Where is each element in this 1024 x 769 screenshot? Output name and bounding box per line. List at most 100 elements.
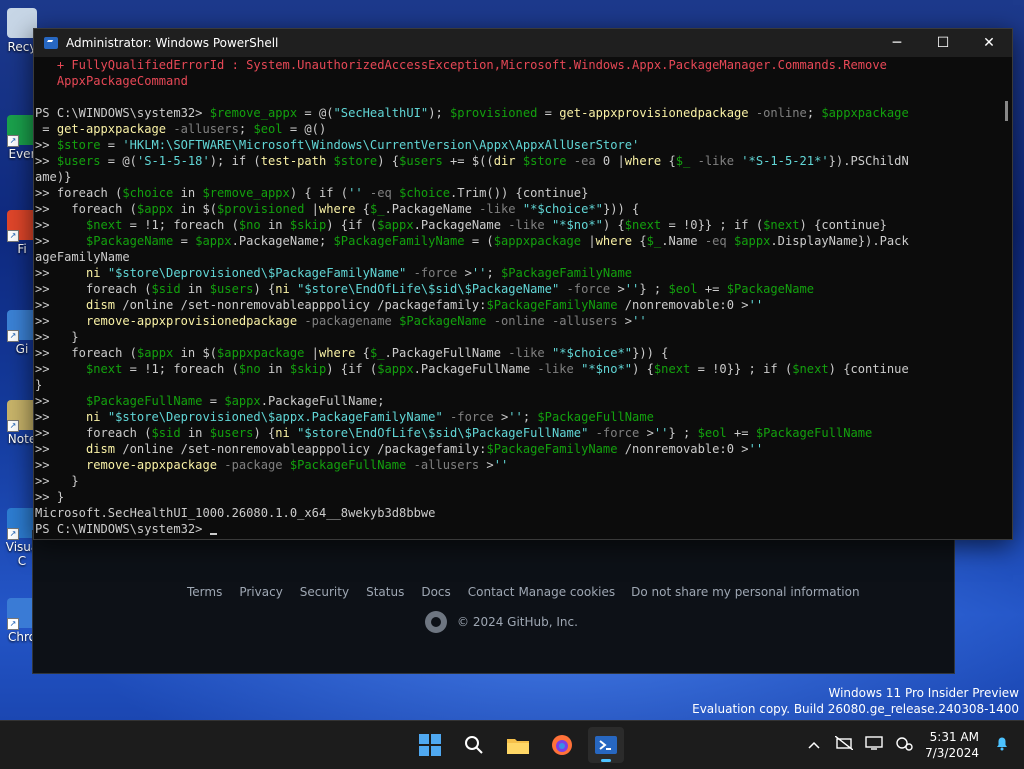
search-button[interactable] <box>456 727 492 763</box>
footer-link[interactable]: Do not share my personal information <box>631 585 859 599</box>
console-text: Microsoft.SecHealthUI_1000.26080.1.0_x64… <box>35 506 436 520</box>
console-text: > <box>479 458 494 472</box>
shortcut-arrow-icon: ↗ <box>7 618 19 630</box>
console-text: > <box>610 282 625 296</box>
powershell-taskbar-button[interactable] <box>588 727 624 763</box>
console-text: .PackageName <box>413 218 509 232</box>
console-text: PS C:\WINDOWS\system32> <box>35 522 210 536</box>
settings-icon[interactable] <box>892 735 916 755</box>
console-text: >> <box>35 154 57 168</box>
footer-link[interactable]: Contact <box>468 585 515 599</box>
console-text: { <box>355 346 370 360</box>
console-text: ) {if ( <box>326 362 378 376</box>
console-text: in $( <box>173 346 218 360</box>
footer-link[interactable]: Manage cookies <box>518 585 615 599</box>
console-text: >> <box>35 234 86 248</box>
console-text: /online /set-nonremovableapppolicy /pack… <box>115 442 487 456</box>
console-line: >> remove-appxprovisionedpackage -packag… <box>35 313 1001 329</box>
console-text: $choice <box>399 186 451 200</box>
console-text: .PackageName <box>384 202 480 216</box>
console-line: >> $next = !1; foreach ($no in $skip) {i… <box>35 361 1001 377</box>
browser-window[interactable] <box>32 530 955 674</box>
console-text: $users <box>399 154 443 168</box>
console-text: $eol <box>668 282 698 296</box>
console-text: -allusers <box>406 458 480 472</box>
console-text: "$store\Deprovisioned\$PackageFamilyName… <box>107 266 407 280</box>
console-text: "$store\EndOfLife\$sid\$PackageFullName" <box>297 426 589 440</box>
minimize-button[interactable]: ─ <box>874 29 920 57</box>
text-cursor <box>209 533 217 535</box>
title-bar[interactable]: Administrator: Windows PowerShell ─ ☐ ✕ <box>34 29 1012 57</box>
console-text: $skip <box>289 362 327 376</box>
footer-link[interactable]: Privacy <box>239 585 282 599</box>
console-text: ame)} <box>35 170 72 184</box>
console-text: $PackageFullName <box>289 458 407 472</box>
console-text: >> <box>35 314 86 328</box>
console-line: >> foreach ($choice in $remove_appx) { i… <box>35 185 1001 201</box>
console-line: >> remove-appxpackage -package $PackageF… <box>35 457 1001 473</box>
firefox-button[interactable] <box>544 727 580 763</box>
start-button[interactable] <box>412 727 448 763</box>
console-text: $PackageName <box>85 234 174 248</box>
maximize-button[interactable]: ☐ <box>920 29 966 57</box>
console-text: '' <box>348 186 363 200</box>
console-text: | <box>304 346 319 360</box>
watermark-line-1: Windows 11 Pro Insider Preview <box>828 686 1019 700</box>
console-text: ni <box>85 266 101 280</box>
console-text: '' <box>748 298 764 312</box>
console-text: = @( <box>297 106 334 120</box>
console-text: } <box>35 378 43 392</box>
console-text: .PackageFullName <box>384 346 509 360</box>
console-text: $remove_appx <box>202 186 290 200</box>
clock[interactable]: 5:31 AM 7/3/2024 <box>925 729 979 761</box>
console-text: .PackageFullName; <box>260 394 385 408</box>
console-text: = !1; foreach ( <box>122 218 239 232</box>
github-logo-icon[interactable] <box>425 611 447 633</box>
console-line: >> ni "$store\Deprovisioned\$appx.Packag… <box>35 409 1001 425</box>
console-text: 'HKLM:\SOFTWARE\Microsoft\Windows\Curren… <box>122 138 640 152</box>
console-text: = @( <box>100 154 137 168</box>
console-text: remove-appxprovisionedpackage <box>85 314 298 328</box>
console-text: AppxPackageCommand <box>35 74 188 88</box>
powershell-window[interactable]: Administrator: Windows PowerShell ─ ☐ ✕ … <box>33 28 1013 540</box>
close-button[interactable]: ✕ <box>966 29 1012 57</box>
console-text: $PackageName <box>726 282 815 296</box>
console-text: { <box>632 234 647 248</box>
console-text: $skip <box>289 218 327 232</box>
console-text: $appx <box>195 234 232 248</box>
console-text: $PackageFullName <box>85 394 203 408</box>
console-line: >> } <box>35 473 1001 489</box>
console-text: .DisplayName}).Pack <box>770 234 909 248</box>
console-text: $next <box>85 362 123 376</box>
file-explorer-button[interactable] <box>500 727 536 763</box>
notification-bell-icon[interactable] <box>990 735 1014 755</box>
console-output[interactable]: + FullyQualifiedErrorId : System.Unautho… <box>34 57 1001 537</box>
console-text: + FullyQualifiedErrorId : System.Unautho… <box>35 58 887 72</box>
console-text: "*$choice*" <box>551 346 633 360</box>
console-text: $next <box>763 218 800 232</box>
footer-link[interactable]: Security <box>300 585 349 599</box>
console-text: ) { <box>253 426 276 440</box>
display-icon[interactable] <box>862 736 886 754</box>
footer-link[interactable]: Docs <box>421 585 450 599</box>
console-text: $store <box>333 154 378 168</box>
network-icon[interactable] <box>832 735 856 754</box>
chevron-up-icon[interactable] <box>802 738 826 753</box>
console-text: ) { <box>602 218 625 232</box>
console-text: $PackageFamilyName <box>486 442 618 456</box>
console-line: >> foreach ($sid in $users) {ni "$store\… <box>35 425 1001 441</box>
console-text: '' <box>471 266 487 280</box>
console-text: >> } <box>35 490 65 504</box>
footer-link[interactable]: Terms <box>187 585 222 599</box>
console-text: 0 | <box>595 154 625 168</box>
github-copyright: © 2024 GitHub, Inc. <box>425 611 578 633</box>
folder-icon <box>507 739 529 754</box>
console-text: -allusers <box>166 122 239 136</box>
footer-link[interactable]: Status <box>366 585 404 599</box>
console-text: } ; <box>639 282 669 296</box>
console-scrollbar[interactable] <box>1005 101 1008 121</box>
console-text: >> foreach ( <box>35 282 152 296</box>
